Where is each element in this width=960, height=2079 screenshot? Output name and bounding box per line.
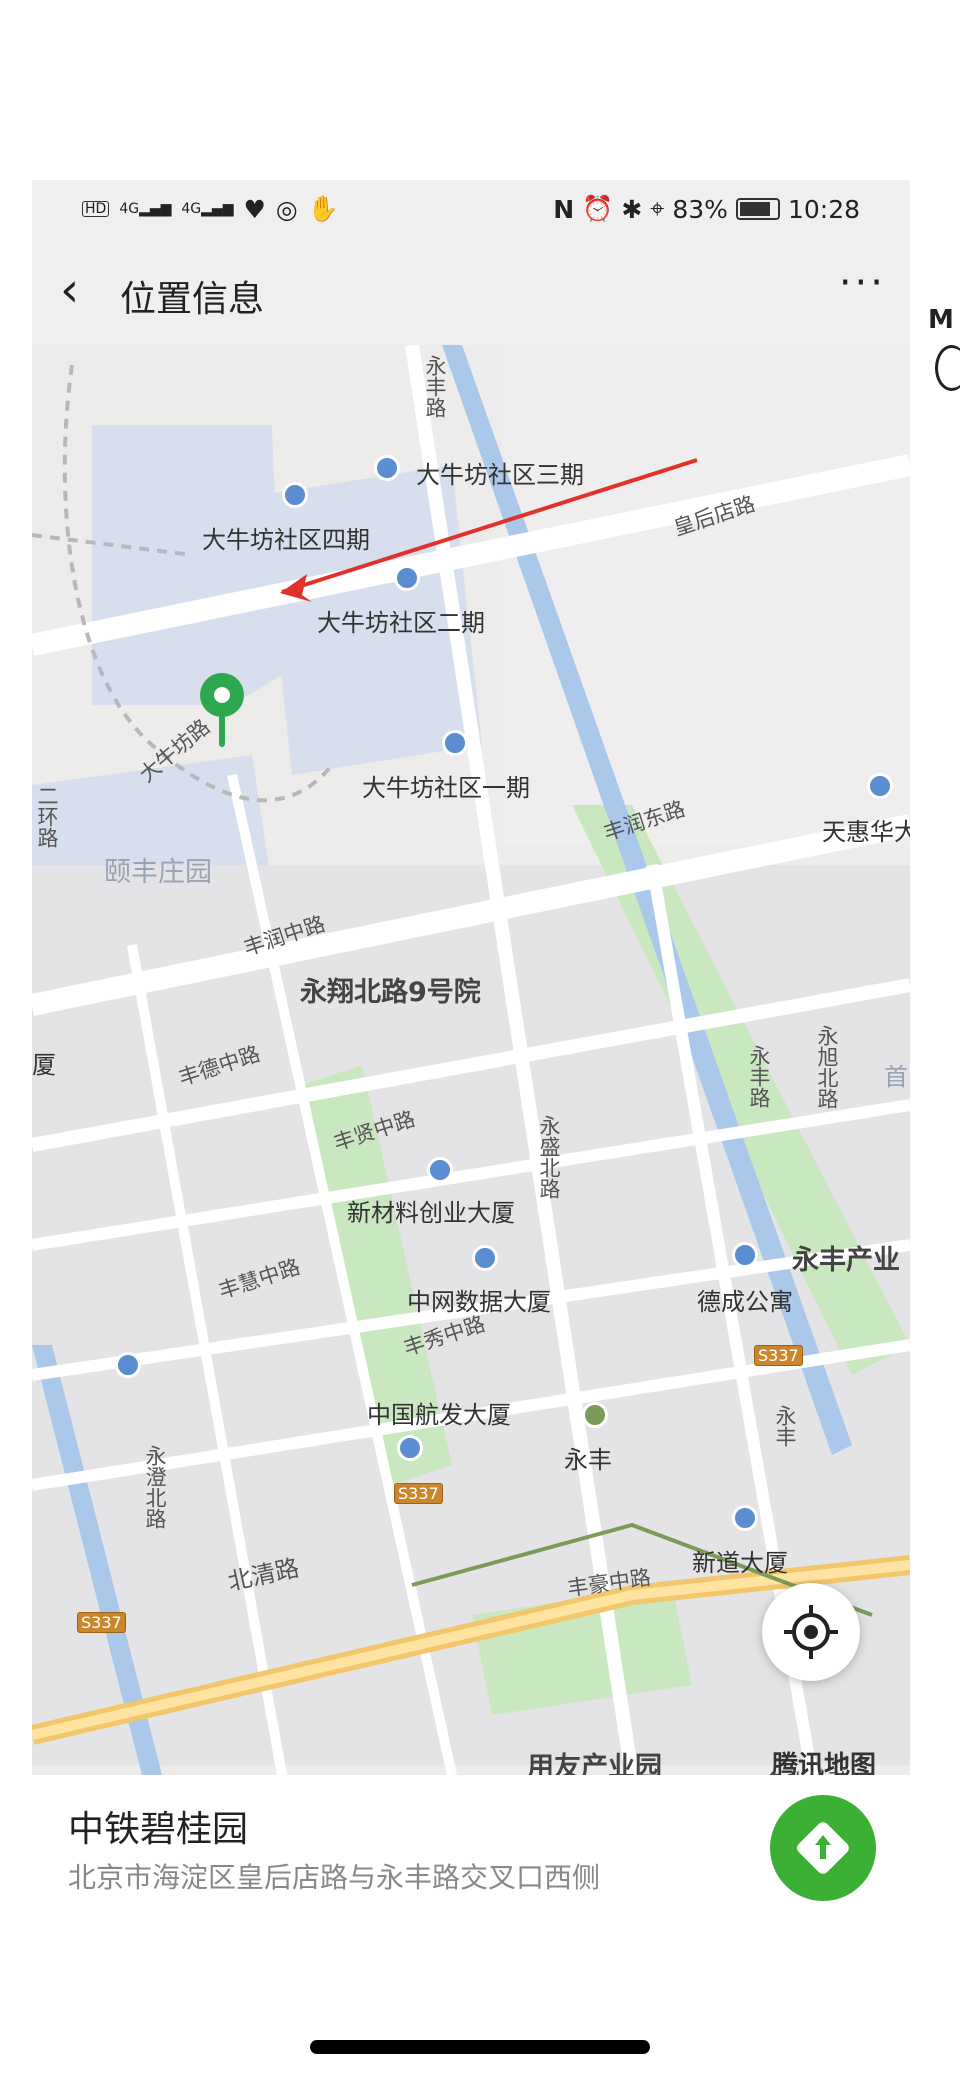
bluetooth-icon: ✱ <box>621 194 643 224</box>
nfc-icon: N <box>553 194 575 224</box>
map-label-xia: 厦 <box>32 1051 56 1079</box>
map-label-decheng: 德成公寓 <box>697 1288 793 1316</box>
map-label-yongfeng-road-top: 永丰路 <box>423 355 447 418</box>
map-label-yifengzhuangyuan: 颐丰庄园 <box>104 857 212 888</box>
nav-bar: ‹ 位置信息 ··· <box>32 240 910 345</box>
hand-icon: ✋ <box>307 194 339 223</box>
map-label-ring-road: 二环路 <box>35 785 59 848</box>
s337-badge: S337 <box>77 1612 126 1633</box>
back-icon[interactable]: ‹ <box>60 260 79 320</box>
home-indicator[interactable] <box>310 2040 650 2054</box>
map-label-daniufang2: 大牛坊社区二期 <box>317 609 485 637</box>
subway-icon <box>582 1402 608 1428</box>
map-label-daniufang1: 大牛坊社区一期 <box>362 774 530 802</box>
more-options-icon[interactable]: ··· <box>839 260 886 306</box>
community-icon <box>394 565 420 591</box>
community-icon <box>732 1242 758 1268</box>
s337-badge: S337 <box>394 1483 443 1504</box>
map-label-qiye: 企业体验馆 <box>762 1765 872 1775</box>
map-label-zhongguohangfa: 中国航发大厦 <box>367 1401 511 1429</box>
target-icon <box>784 1605 838 1659</box>
s337-badge: S337 <box>754 1345 803 1366</box>
status-left: HD 4G▂▄▆ 4G▂▄▆ ♥ ◎ ✋ <box>82 194 339 224</box>
place-address: 北京市海淀区皇后店路与永丰路交叉口西侧 <box>68 1861 601 1894</box>
map-label-shou: 首 <box>884 1063 908 1091</box>
status-bar: HD 4G▂▄▆ 4G▂▄▆ ♥ ◎ ✋ N ⏰ ✱ ⌖ 83% 10:28 <box>32 180 910 240</box>
hd-icon: HD <box>82 201 110 217</box>
poi-icon <box>115 1352 141 1378</box>
map-label-xindao: 新道大厦 <box>692 1549 788 1577</box>
place-info-panel: 中铁碧桂园 北京市海淀区皇后店路与永丰路交叉口西侧 <box>32 1775 910 1960</box>
heart-icon: ♥ <box>243 194 266 224</box>
map-label-yongfeng-road-mid: 永丰路 <box>747 1045 771 1108</box>
building-icon <box>472 1245 498 1271</box>
building-icon <box>732 1505 758 1531</box>
map-label-yongyou: 用友产业园 <box>527 1752 662 1775</box>
phone-screen: HD 4G▂▄▆ 4G▂▄▆ ♥ ◎ ✋ N ⏰ ✱ ⌖ 83% 10:28 ‹… <box>32 180 910 1960</box>
community-icon <box>282 482 308 508</box>
battery-percent: 83% <box>672 194 728 224</box>
directions-button[interactable] <box>770 1795 876 1901</box>
map-label-yongxiang9: 永翔北路9号院 <box>300 977 481 1008</box>
building-icon <box>867 773 893 799</box>
map-label-daniufang4: 大牛坊社区四期 <box>202 526 370 554</box>
map-label-tianhui: 天惠华大 <box>822 818 910 846</box>
my-location-button[interactable] <box>762 1583 860 1681</box>
map-label-xincailiao: 新材料创业大厦 <box>347 1199 515 1227</box>
map-view[interactable]: 永丰路 大牛坊社区三期 大牛坊社区四期 皇后店路 大牛坊社区二期 大牛坊路 大牛… <box>32 345 910 1775</box>
status-right: N ⏰ ✱ ⌖ 83% 10:28 <box>553 194 860 224</box>
eye-icon: ◎ <box>275 194 298 224</box>
map-label-yongfeng-industry: 永丰产业 <box>792 1245 900 1276</box>
map-label-yongxubei-road: 永旭北路 <box>815 1025 839 1109</box>
directions-arrow-icon <box>797 1822 849 1874</box>
signal-icon-2: 4G▂▄▆ <box>181 201 234 217</box>
side-decoration-shape <box>935 345 960 391</box>
building-icon <box>427 1157 453 1183</box>
community-icon <box>442 730 468 756</box>
location-icon: ⌖ <box>650 194 665 223</box>
battery-icon <box>735 198 780 220</box>
clock: 10:28 <box>787 194 860 224</box>
signal-icon: 4G▂▄▆ <box>119 201 172 217</box>
map-label-yongshengbei-road: 永盛北路 <box>537 1115 561 1199</box>
map-label-daniufang3: 大牛坊社区三期 <box>416 461 584 489</box>
page-title: 位置信息 <box>120 279 265 320</box>
alarm-icon: ⏰ <box>582 194 614 223</box>
community-icon <box>374 455 400 481</box>
place-name: 中铁碧桂园 <box>68 1809 249 1850</box>
side-decoration-text: M <box>928 305 954 335</box>
map-label-yongchengbei-road: 永澄北路 <box>143 1445 167 1529</box>
map-label-yongfeng-station: 永丰 <box>564 1446 612 1474</box>
map-label-yongfeng-road-low: 永丰 <box>773 1405 797 1447</box>
building-icon <box>397 1435 423 1461</box>
